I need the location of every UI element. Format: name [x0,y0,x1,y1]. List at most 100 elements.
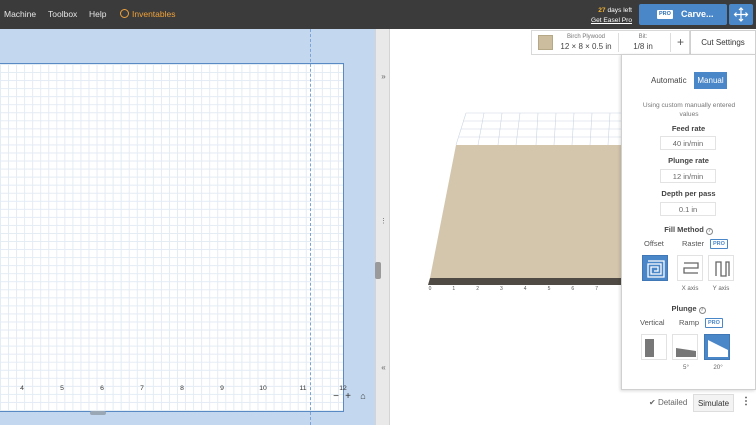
ruler-tick: 6 [100,385,104,392]
check-icon: ✔ [649,398,656,407]
help-icon[interactable]: ? [705,228,713,235]
ramp-pro-badge: PRO [705,318,723,328]
ramp-5-icon [676,348,696,357]
expand-arrows-icon [733,7,749,22]
carve-label: Carve... [681,9,714,19]
fill-method-heading: Fill Method? [622,225,755,235]
material-swatch[interactable] [538,35,553,50]
splitter-grip[interactable] [375,262,381,279]
axis-tick-label: 0 [429,286,432,292]
carve-button[interactable]: PRO Carve... [639,4,727,25]
ruler-tick: 7 [140,385,144,392]
panel-splitter[interactable]: » ⋮ « [375,29,390,425]
collapse-right-arrow-icon[interactable]: » [379,72,388,81]
plunge-label: Plunge [671,304,697,313]
ramp-20-icon [708,340,728,357]
ruler-tick: 8 [180,385,184,392]
mode-manual-button[interactable]: Manual [694,72,727,89]
trial-days-text: days left [607,7,632,14]
cut-settings-panel: Automatic Manual Using custom manually e… [621,54,756,390]
trial-notice: 27 days left Get Easel Pro [591,6,632,26]
detailed-toggle[interactable]: ✔ Detailed [649,398,687,407]
expand-button[interactable] [729,4,753,25]
trial-days-count: 27 [598,7,606,14]
ruler-tick: 11 [299,385,307,392]
design-canvas[interactable]: 4 5 6 7 8 9 10 11 12 − + ⌂ [0,29,375,425]
axis-tick-label: 6 [571,286,574,292]
plunge-ramp-20-option[interactable] [704,334,730,360]
fill-y-axis-option[interactable] [708,255,734,281]
top-bar: Machine Toolbox Help Inventables 27 days… [0,0,756,29]
plunge-vertical-tab[interactable]: Vertical [640,318,665,327]
material-name: Birch Plywood [566,34,605,40]
plunge-heading: Plunge? [622,304,755,314]
plunge-ramp-5-option[interactable] [672,334,698,360]
axis-tick-label: 4 [524,286,527,292]
wood-workpiece [428,145,630,285]
material-size[interactable]: 12 × 8 × 0.5 in [556,42,616,51]
preview-axis: 0 1 2 3 4 5 6 7 [429,286,599,292]
horizontal-scrollbar[interactable] [90,411,106,415]
ruler-tick: 10 [259,385,267,392]
ruler-tick: 5 [60,385,64,392]
zoom-out-button[interactable]: − [330,391,342,403]
help-icon[interactable]: ? [698,307,706,314]
ramp-20-caption: 20° [713,364,723,371]
axis-tick-label: 7 [595,286,598,292]
offset-spiral-icon [647,260,665,278]
ruler-tick: 4 [20,385,24,392]
plunge-vertical-option[interactable] [641,334,667,360]
more-options-icon[interactable]: ⋮ [741,396,751,407]
simulate-button[interactable]: Simulate [693,394,734,412]
material-bar[interactable]: Birch Plywood 12 × 8 × 0.5 in Bit: 1/8 i… [531,30,690,55]
vertical-plunge-icon [645,339,654,357]
collapse-left-arrow-icon[interactable]: « [379,363,388,372]
guide-line [310,29,311,425]
menu-help[interactable]: Help [89,0,106,29]
get-pro-link[interactable]: Get Easel Pro [591,17,632,24]
divider [670,33,671,52]
menu-machine[interactable]: Machine [4,0,36,29]
inventables-logo-icon [120,9,129,18]
cut-settings-tab[interactable]: Cut Settings [690,30,756,55]
feed-rate-label: Feed rate [671,124,706,133]
axis-tick-label: 3 [500,286,503,292]
inventables-label: Inventables [132,9,176,19]
x-axis-caption: X axis [681,285,699,292]
axis-tick-label: 2 [476,286,479,292]
plunge-ramp-tab[interactable]: Ramp [679,318,699,327]
add-bit-button[interactable]: + [672,34,689,51]
ruler-tick: 9 [220,385,224,392]
preview-grid [455,112,630,146]
mode-automatic-button[interactable]: Automatic [651,76,687,85]
fill-raster-tab[interactable]: Raster [682,239,704,248]
detailed-label: Detailed [657,398,688,407]
fill-method-label: Fill Method [664,225,704,234]
ramp-5-caption: 5° [683,364,689,371]
plunge-rate-label: Plunge rate [668,156,709,165]
depth-per-pass-label: Depth per pass [661,189,716,198]
workpiece-grid[interactable] [0,63,344,412]
y-axis-caption: Y axis [712,285,730,292]
axis-tick-label: 5 [548,286,551,292]
bit-label: Bit: [638,34,648,40]
bit-size[interactable]: 1/8 in [618,42,668,51]
3d-preview[interactable]: 0 1 2 3 4 5 6 7 [390,55,630,300]
home-button[interactable]: ⌂ [357,391,369,403]
splitter-dots-icon: ⋮ [380,218,387,225]
settings-note: Using custom manually entered values [642,102,736,118]
fill-offset-option[interactable] [642,255,668,281]
raster-x-axis-icon [683,262,699,274]
raster-pro-badge: PRO [710,239,728,249]
raster-y-axis-icon [715,261,730,277]
menu-inventables[interactable]: Inventables [120,0,175,29]
depth-per-pass-input[interactable]: 0.1 in [660,202,716,216]
axis-tick-label: 1 [452,286,455,292]
plunge-rate-input[interactable]: 12 in/min [660,169,716,183]
feed-rate-input[interactable]: 40 in/min [660,136,716,150]
zoom-in-button[interactable]: + [342,391,354,403]
fill-offset-tab[interactable]: Offset [644,239,664,248]
menu-toolbox[interactable]: Toolbox [48,0,77,29]
fill-x-axis-option[interactable] [677,255,703,281]
pro-badge: PRO [657,10,673,19]
